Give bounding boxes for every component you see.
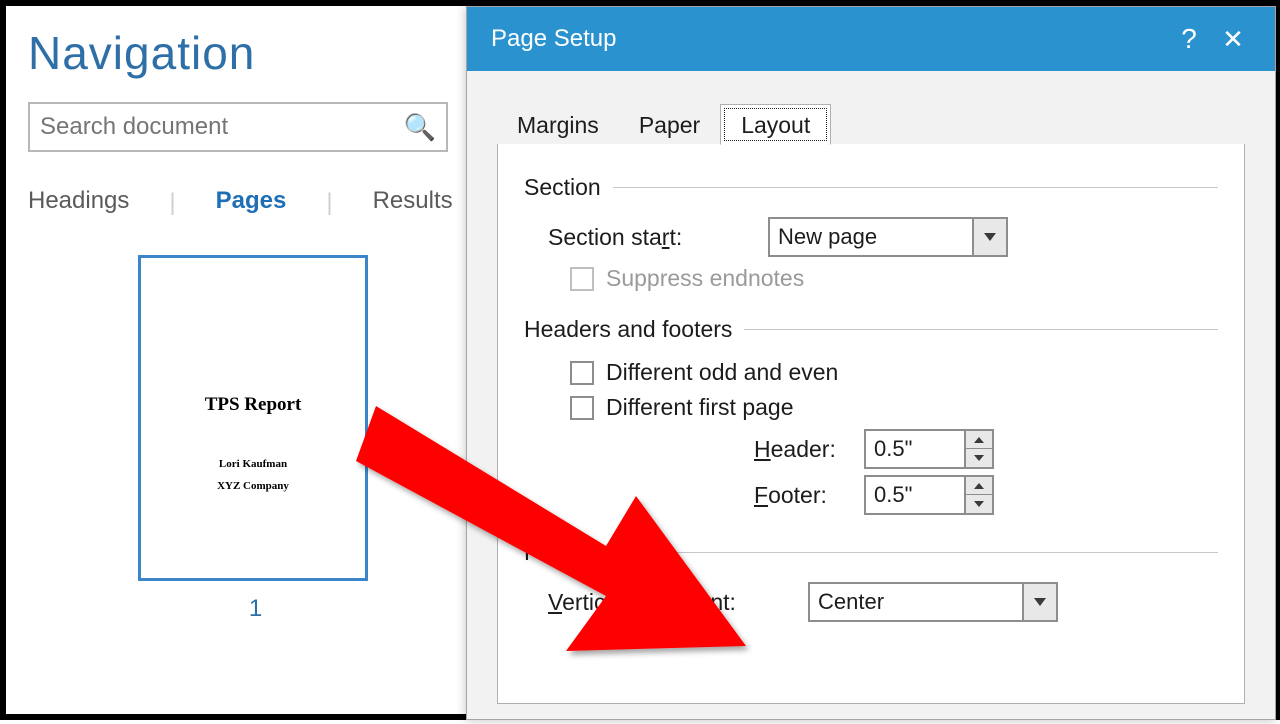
spinner-up-icon[interactable]: [966, 431, 992, 449]
tab-pages[interactable]: Pages: [216, 187, 287, 219]
spinner-down-icon[interactable]: [966, 495, 992, 513]
dialog-title: Page Setup: [491, 25, 616, 53]
dialog-body: Margins Paper Layout Section Section sta…: [467, 71, 1275, 724]
thumbnail-author: Lori Kaufman: [141, 458, 365, 470]
footer-value: 0.5": [866, 477, 964, 513]
headers-footers-label: Headers and footers: [524, 316, 732, 343]
headers-footers-group-header: Headers and footers: [524, 316, 1218, 343]
thumbnail-company: XYZ Company: [141, 480, 365, 492]
section-start-row: Section start: New page: [548, 217, 1218, 257]
thumbnail-page-number: 1: [138, 595, 373, 623]
search-input[interactable]: [38, 112, 398, 142]
tab-margins[interactable]: Margins: [497, 105, 619, 144]
suppress-endnotes-row: Suppress endnotes: [570, 265, 1218, 292]
navigation-tabs: Headings | Pages | Results: [28, 187, 458, 219]
tab-headings[interactable]: Headings: [28, 187, 129, 219]
header-footer-spinners: Header: 0.5" Footer: 0.5: [754, 429, 1218, 515]
diff-first-page-checkbox[interactable]: [570, 396, 594, 420]
vertical-alignment-value: Center: [810, 589, 1022, 615]
tab-paper[interactable]: Paper: [619, 105, 720, 144]
footer-label: Footer:: [754, 482, 864, 509]
section-group-header: Section: [524, 174, 1218, 201]
section-start-value: New page: [770, 224, 972, 250]
footer-spinner[interactable]: 0.5": [864, 475, 994, 515]
close-icon[interactable]: ✕: [1211, 24, 1255, 55]
vertical-alignment-label: Vertical alignment:: [548, 589, 808, 616]
navigation-title: Navigation: [28, 26, 458, 80]
header-label: Header:: [754, 436, 864, 463]
search-document[interactable]: 🔍: [28, 102, 448, 152]
page-thumbnail[interactable]: TPS Report Lori Kaufman XYZ Company: [138, 255, 368, 581]
group-rule: [590, 552, 1218, 553]
spinner-up-icon[interactable]: [966, 477, 992, 495]
page-setup-dialog: Page Setup ? ✕ Margins Paper Layout Sect…: [466, 6, 1276, 720]
section-start-label: Section start:: [548, 224, 768, 251]
page-group-label: Page: [524, 539, 578, 566]
header-spinner[interactable]: 0.5": [864, 429, 994, 469]
chevron-down-icon[interactable]: [1022, 584, 1056, 620]
search-icon[interactable]: 🔍: [404, 112, 436, 143]
tab-layout[interactable]: Layout: [720, 104, 831, 145]
header-row: Header: 0.5": [754, 429, 1218, 469]
footer-row: Footer: 0.5": [754, 475, 1218, 515]
vertical-alignment-row: Vertical alignment: Center: [548, 582, 1218, 622]
spinner-down-icon[interactable]: [966, 449, 992, 467]
suppress-endnotes-checkbox: [570, 267, 594, 291]
help-icon[interactable]: ?: [1167, 23, 1211, 55]
thumbnail-doc-title: TPS Report: [141, 394, 365, 416]
group-rule: [613, 187, 1218, 188]
layout-panel: Section Section start: New page Suppress…: [497, 144, 1245, 704]
navigation-pane: Navigation 🔍 Headings | Pages | Results …: [28, 16, 458, 623]
vertical-alignment-combo[interactable]: Center: [808, 582, 1058, 622]
diff-odd-even-checkbox[interactable]: [570, 361, 594, 385]
group-rule: [744, 329, 1218, 330]
tab-separator: |: [326, 189, 332, 217]
header-value: 0.5": [866, 431, 964, 467]
diff-odd-even-row[interactable]: Different odd and even: [570, 359, 1218, 386]
chevron-down-icon[interactable]: [972, 219, 1006, 255]
page-thumbnail-area: TPS Report Lori Kaufman XYZ Company 1: [138, 255, 373, 623]
tab-results[interactable]: Results: [373, 187, 453, 219]
section-start-combo[interactable]: New page: [768, 217, 1008, 257]
diff-first-page-row[interactable]: Different first page: [570, 394, 1218, 421]
dialog-tabs: Margins Paper Layout: [497, 97, 1245, 145]
dialog-titlebar[interactable]: Page Setup ? ✕: [467, 7, 1275, 71]
section-group-label: Section: [524, 174, 601, 201]
page-group-header: Page: [524, 539, 1218, 566]
suppress-endnotes-label: Suppress endnotes: [606, 265, 804, 292]
diff-odd-even-label: Different odd and even: [606, 359, 838, 386]
tab-separator: |: [169, 189, 175, 217]
diff-first-page-label: Different first page: [606, 394, 794, 421]
